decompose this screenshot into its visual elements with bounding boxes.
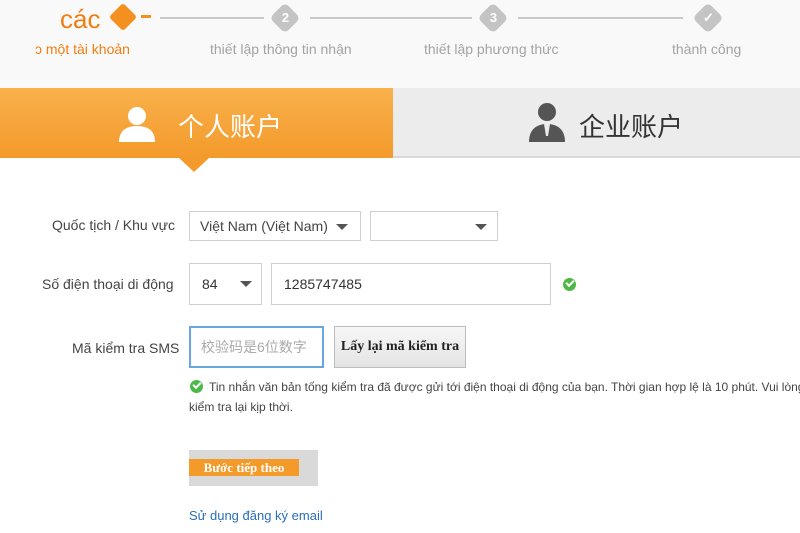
steps-title: các <box>60 4 101 34</box>
phone-label: Số điện thoại di động <box>42 276 174 292</box>
step-1-label: ɔ một tài khoản <box>35 41 130 57</box>
phone-number-input[interactable]: 1285747485 <box>271 263 551 305</box>
step-1-active-marker <box>108 2 138 32</box>
step-2-label: thiết lập thông tin nhận <box>210 41 352 57</box>
active-tab-pointer <box>179 158 209 172</box>
account-type-tabs: 个人账户 企业账户 <box>0 88 800 172</box>
tab-personal-account[interactable]: 个人账户 <box>0 88 393 158</box>
checkmark-icon: ✓ <box>703 10 714 25</box>
step-2-number: 2 <box>281 10 290 25</box>
country-code-value: 84 <box>202 276 218 292</box>
step-3-number: 3 <box>489 10 498 25</box>
next-step-button-area: Bước tiếp theo <box>189 450 318 486</box>
region-select[interactable] <box>370 211 498 241</box>
sms-code-label: Mã kiểm tra SMS <box>72 340 180 356</box>
chevron-down-icon <box>475 224 487 230</box>
businessman-icon <box>529 103 565 142</box>
step-connector <box>310 17 472 19</box>
step-3-label: thiết lập phương thức <box>424 41 559 57</box>
email-signup-link[interactable]: Sử dụng đăng ký email <box>189 508 323 523</box>
chevron-down-icon <box>240 281 252 287</box>
user-icon <box>119 107 155 142</box>
country-select-value: Việt Nam (Việt Nam) <box>200 218 328 234</box>
country-select[interactable]: Việt Nam (Việt Nam) <box>189 211 361 241</box>
sms-sent-notice: Tin nhắn văn bản tống kiểm tra đã được g… <box>189 380 800 414</box>
step-1-marker-tail <box>141 15 151 18</box>
progress-steps: các 2 3 ✓ ɔ một tài khoản thiết lập thôn… <box>0 0 800 88</box>
phone-number-value: 1285747485 <box>284 276 362 292</box>
phone-valid-check-icon <box>563 278 576 291</box>
step-connector <box>160 17 264 19</box>
tab-business-label: 企业账户 <box>579 112 684 142</box>
nationality-label: Quốc tịch / Khu vực <box>52 217 175 233</box>
sms-code-placeholder: 校验码是6位数字 <box>201 339 307 355</box>
sms-code-input[interactable]: 校验码是6位数字 <box>189 326 324 368</box>
step-4-label: thành công <box>672 41 742 57</box>
tab-business-account[interactable]: 企业账户 <box>393 88 800 158</box>
next-step-button[interactable]: Bước tiếp theo <box>189 459 299 476</box>
resend-code-button[interactable]: Lấy lại mã kiểm tra <box>334 326 466 368</box>
chevron-down-icon <box>336 224 348 230</box>
country-code-select[interactable]: 84 <box>189 263 262 305</box>
tab-personal-label: 个人账户 <box>178 112 283 142</box>
step-connector <box>518 17 683 19</box>
